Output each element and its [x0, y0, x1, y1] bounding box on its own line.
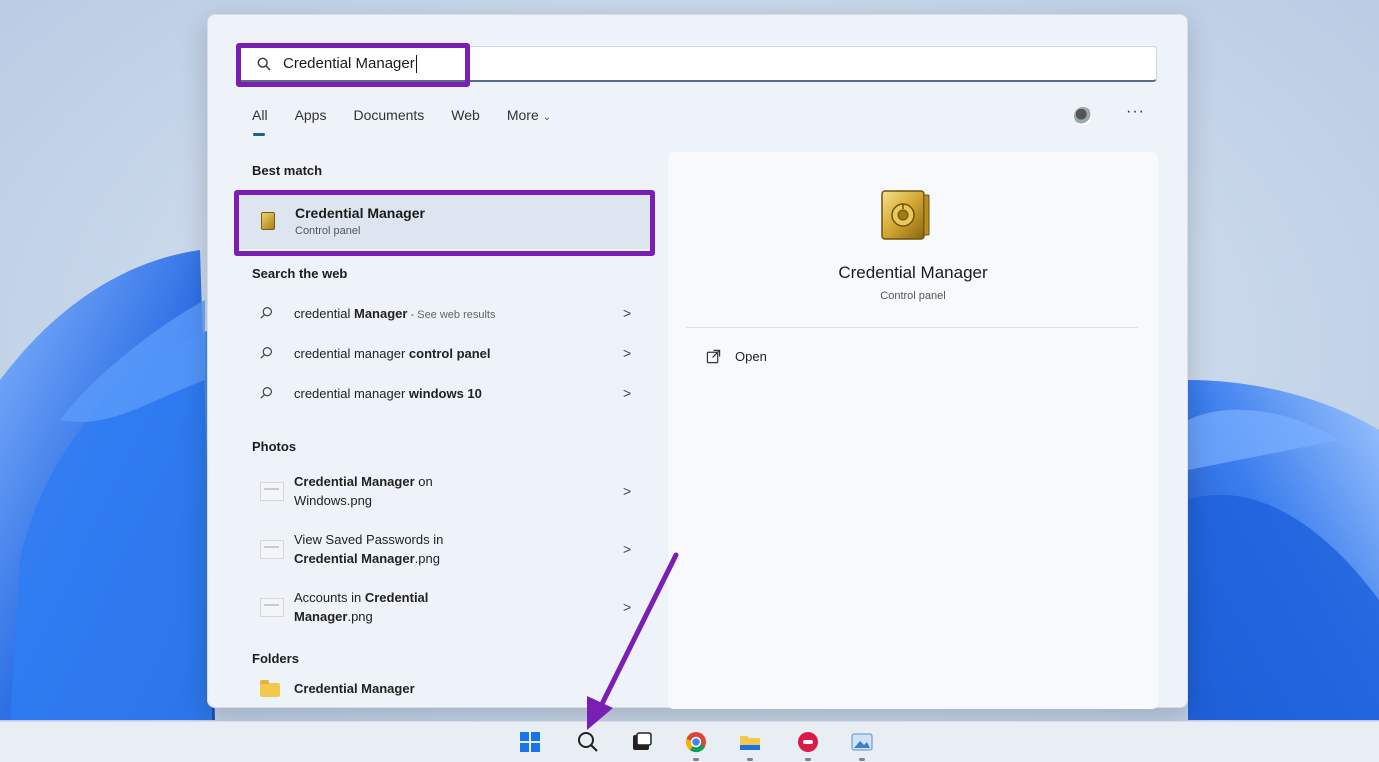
user-avatar[interactable] [1074, 107, 1092, 125]
chevron-right-icon: > [623, 305, 632, 321]
tab-apps[interactable]: Apps [295, 107, 327, 123]
running-indicator [805, 758, 811, 761]
web-result-text: credential Manager - See web results [294, 305, 496, 321]
photo-name-line2: Windows.png [294, 493, 373, 508]
more-options-button[interactable]: ··· [1126, 103, 1145, 121]
photo-name-line1: View Saved Passwords in [294, 532, 444, 547]
highlight-box-search [236, 43, 470, 87]
photos-icon[interactable] [851, 731, 873, 753]
section-best-match: Best match [252, 163, 323, 178]
tab-documents[interactable]: Documents [353, 107, 424, 123]
chevron-right-icon: > [623, 483, 632, 499]
divider [686, 327, 1138, 328]
start-search-panel: Credential Manager All Apps Documents We… [207, 14, 1188, 709]
photo-result-row[interactable]: Credential Manager on Windows.png > [236, 465, 650, 523]
section-photos: Photos [252, 439, 297, 454]
image-file-icon [260, 482, 284, 501]
filter-tabs: All Apps Documents Web More ⌄ [252, 107, 578, 136]
tab-all[interactable]: All [252, 107, 268, 136]
preview-pane: Credential Manager Control panel Open [668, 152, 1158, 709]
chevron-down-icon: ⌄ [542, 112, 552, 123]
photo-name-line1: Accounts in Credential [294, 590, 429, 605]
open-label: Open [735, 349, 767, 364]
folder-name: Credential Manager [294, 681, 415, 696]
photo-result-row[interactable]: Accounts in Credential Manager.png > [236, 581, 650, 639]
running-indicator [693, 758, 699, 761]
chrome-icon[interactable] [685, 731, 707, 753]
file-explorer-icon[interactable] [739, 731, 761, 753]
web-result-text: credential manager windows 10 [294, 385, 482, 401]
preview-title: Credential Manager [838, 263, 988, 282]
photo-name-line2: Manager.png [294, 609, 373, 624]
chevron-right-icon: > [623, 541, 632, 557]
open-external-icon [706, 349, 721, 364]
search-icon [260, 307, 272, 319]
chevron-right-icon: > [623, 385, 632, 401]
web-result-text: credential manager control panel [294, 345, 491, 361]
running-indicator [747, 758, 753, 761]
search-icon[interactable] [577, 731, 599, 753]
open-action[interactable]: Open [706, 349, 767, 364]
taskbar [0, 721, 1379, 762]
chevron-right-icon: > [623, 345, 632, 361]
web-result-row[interactable]: credential Manager - See web results > [236, 293, 650, 333]
section-folders: Folders [252, 651, 299, 666]
preview-subtitle: Control panel [880, 290, 946, 302]
web-result-row[interactable]: credential manager windows 10 > [236, 373, 650, 413]
windows-start-icon[interactable] [519, 731, 541, 753]
image-file-icon [260, 598, 284, 617]
web-result-row[interactable]: credential manager control panel > [236, 333, 650, 373]
task-view-icon[interactable] [631, 731, 653, 753]
image-file-icon [260, 540, 284, 559]
credential-vault-icon [881, 190, 930, 240]
folder-icon [260, 680, 280, 697]
photo-result-row[interactable]: View Saved Passwords in Credential Manag… [236, 523, 650, 581]
search-icon [260, 347, 272, 359]
running-indicator [859, 758, 865, 761]
tab-more-label: More [506, 107, 539, 123]
photo-name-line1: Credential Manager on [294, 474, 433, 489]
tab-more[interactable]: More ⌄ [507, 107, 551, 123]
section-search-web: Search the web [252, 266, 348, 281]
app-icon[interactable] [797, 731, 819, 753]
folder-result-row[interactable]: Credential Manager [236, 671, 650, 707]
photo-name-line2: Credential Manager.png [294, 551, 440, 566]
search-icon [260, 387, 272, 399]
highlight-box-best-match [234, 190, 655, 256]
tab-web[interactable]: Web [451, 107, 480, 123]
chevron-right-icon: > [623, 599, 632, 615]
